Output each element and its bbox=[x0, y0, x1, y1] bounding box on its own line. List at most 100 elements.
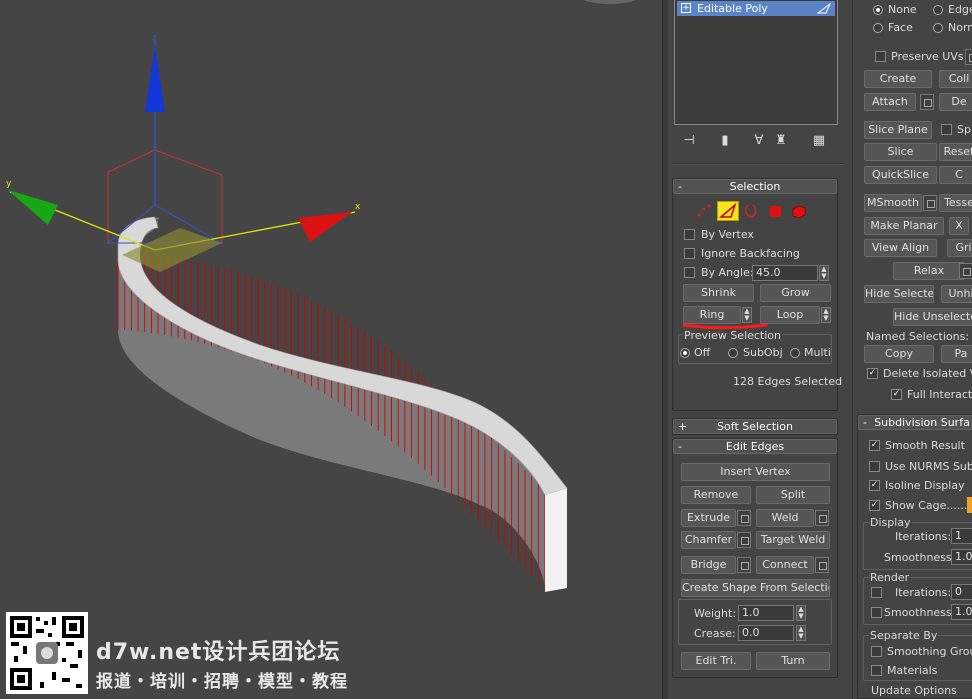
preserve-uvs-settings-icon[interactable] bbox=[965, 49, 972, 65]
y-axis-arrow[interactable] bbox=[8, 190, 58, 225]
relax-button[interactable]: Relax bbox=[893, 262, 965, 280]
normal-radio[interactable] bbox=[933, 23, 943, 33]
remove-button[interactable]: Remove bbox=[681, 486, 751, 504]
crease-spinner[interactable]: 0.0 bbox=[738, 625, 794, 641]
grid-align-button[interactable]: Grid bbox=[947, 239, 972, 257]
show-end-result-icon[interactable]: ▮ bbox=[716, 132, 734, 150]
none-radio[interactable] bbox=[873, 5, 883, 15]
weld-settings-icon[interactable] bbox=[815, 510, 829, 526]
bridge-button[interactable]: Bridge bbox=[681, 556, 736, 574]
polygon-level-icon[interactable] bbox=[767, 203, 785, 219]
move-gizmo[interactable]: z y x bbox=[6, 33, 361, 272]
cage-color-swatch[interactable] bbox=[967, 497, 972, 513]
msmooth-button[interactable]: MSmooth bbox=[864, 194, 922, 212]
create-shape-button[interactable]: Create Shape From Selection bbox=[681, 579, 830, 597]
tessellate-button[interactable]: Tesse bbox=[939, 194, 972, 212]
attach-button[interactable]: Attach bbox=[864, 93, 916, 111]
preview-multi-radio[interactable] bbox=[790, 348, 800, 358]
vertex-level-icon[interactable] bbox=[695, 203, 713, 219]
connect-settings-icon[interactable] bbox=[815, 557, 829, 573]
make-unique-icon[interactable]: ∀ bbox=[750, 132, 768, 150]
target-weld-button[interactable]: Target Weld bbox=[756, 531, 830, 549]
element-level-icon[interactable] bbox=[790, 203, 808, 219]
attach-settings-icon[interactable] bbox=[920, 94, 934, 110]
edit-tri-button[interactable]: Edit Tri. bbox=[681, 652, 751, 670]
render-smoothness-checkbox[interactable] bbox=[871, 607, 882, 618]
full-interactivity-checkbox[interactable]: ✓ bbox=[891, 389, 902, 400]
msmooth-settings-icon[interactable] bbox=[923, 195, 937, 211]
unhide-all-button[interactable]: Unhi bbox=[941, 285, 972, 303]
grow-button[interactable]: Grow bbox=[760, 284, 831, 302]
reset-plane-button[interactable]: Reset bbox=[939, 143, 972, 161]
viewport-perspective[interactable]: z y x d7w.net设计兵团论坛 报道・培训・招聘・模型・教程 bbox=[0, 0, 662, 699]
bridge-settings-icon[interactable] bbox=[737, 557, 751, 573]
preview-off-radio[interactable] bbox=[680, 348, 690, 358]
collapse-button[interactable]: Coll bbox=[939, 70, 972, 88]
display-smoothness-spinner[interactable]: 1.0 bbox=[951, 549, 972, 565]
shrink-button[interactable]: Shrink bbox=[683, 284, 754, 302]
viewcube-edge[interactable] bbox=[580, 0, 640, 4]
connect-button[interactable]: Connect bbox=[756, 556, 814, 574]
by-angle-spinner[interactable]: 45.0 bbox=[752, 265, 818, 281]
loop-button[interactable]: Loop bbox=[760, 306, 820, 324]
render-iterations-spinner[interactable]: 0 bbox=[951, 584, 972, 600]
weight-spinner[interactable]: 1.0 bbox=[738, 605, 794, 621]
show-cage-checkbox[interactable]: ✓ bbox=[869, 500, 880, 511]
edge-radio[interactable] bbox=[933, 5, 943, 15]
by-vertex-checkbox[interactable] bbox=[684, 229, 695, 240]
planar-x-button[interactable]: X bbox=[949, 217, 969, 235]
split-button[interactable]: Split bbox=[756, 486, 830, 504]
spinner-arrows-icon[interactable]: ▲ ▼ bbox=[819, 265, 829, 281]
materials-checkbox[interactable] bbox=[871, 665, 882, 676]
preview-subobj-radio[interactable] bbox=[728, 348, 738, 358]
use-nurms-checkbox[interactable] bbox=[869, 461, 880, 472]
edge-level-button[interactable] bbox=[717, 201, 739, 221]
detach-button[interactable]: De bbox=[939, 93, 972, 111]
relax-settings-icon[interactable] bbox=[959, 263, 972, 279]
edit-edges-header[interactable]: - Edit Edges bbox=[673, 439, 837, 454]
preserve-uvs-checkbox[interactable] bbox=[875, 51, 886, 62]
weight-spinner-arrows-icon[interactable]: ▲ ▼ bbox=[796, 605, 806, 621]
soft-selection-header[interactable]: + Soft Selection bbox=[673, 419, 837, 434]
crease-spinner-arrows-icon[interactable]: ▲ ▼ bbox=[796, 625, 806, 641]
remove-modifier-icon[interactable]: ♜ bbox=[772, 132, 790, 150]
paste-selection-button[interactable]: Pa bbox=[941, 345, 972, 363]
border-level-icon[interactable] bbox=[742, 203, 760, 219]
view-align-button[interactable]: View Align bbox=[864, 239, 937, 257]
subdivision-header[interactable]: - Subdivision Surfa bbox=[858, 415, 972, 430]
by-angle-checkbox[interactable] bbox=[684, 267, 695, 278]
z-axis-arrow[interactable] bbox=[145, 45, 165, 112]
render-smoothness-spinner[interactable]: 1.0 bbox=[951, 604, 972, 620]
extrude-button[interactable]: Extrude bbox=[681, 509, 736, 527]
ignore-backfacing-checkbox[interactable] bbox=[684, 248, 695, 259]
smoothing-groups-checkbox[interactable] bbox=[871, 646, 882, 657]
modifier-stack-list[interactable]: + Editable Poly bbox=[674, 0, 838, 125]
loop-spinner-icon[interactable]: ▲ ▼ bbox=[821, 307, 831, 323]
delete-isolated-checkbox[interactable]: ✓ bbox=[867, 368, 878, 379]
display-iterations-spinner[interactable]: 1 bbox=[951, 528, 972, 544]
x-axis-arrow[interactable] bbox=[298, 212, 352, 242]
split-checkbox[interactable] bbox=[941, 124, 952, 135]
isoline-display-checkbox[interactable]: ✓ bbox=[869, 480, 880, 491]
extrude-settings-icon[interactable] bbox=[737, 510, 751, 526]
smooth-result-checkbox[interactable]: ✓ bbox=[869, 440, 880, 451]
turn-button[interactable]: Turn bbox=[756, 652, 830, 670]
pin-stack-icon[interactable]: ⊣ bbox=[680, 132, 698, 150]
quickslice-button[interactable]: QuickSlice bbox=[864, 166, 937, 184]
chamfer-button[interactable]: Chamfer bbox=[681, 531, 736, 549]
curved-wall-mesh[interactable] bbox=[117, 216, 568, 592]
chamfer-settings-icon[interactable] bbox=[737, 532, 751, 548]
hide-unselected-button[interactable]: Hide Unselected bbox=[893, 308, 972, 326]
create-button[interactable]: Create bbox=[864, 70, 932, 88]
slice-plane-button[interactable]: Slice Plane bbox=[864, 121, 932, 139]
cut-button[interactable]: C bbox=[939, 166, 972, 184]
slice-button[interactable]: Slice bbox=[864, 143, 937, 161]
copy-selection-button[interactable]: Copy bbox=[864, 345, 934, 363]
selection-rollout-header[interactable]: - Selection bbox=[673, 179, 837, 194]
face-radio[interactable] bbox=[873, 23, 883, 33]
weld-button[interactable]: Weld bbox=[756, 509, 814, 527]
stack-item-editable-poly[interactable]: + Editable Poly bbox=[677, 1, 835, 16]
configure-modifier-sets-icon[interactable]: ▦ bbox=[810, 132, 828, 150]
render-iterations-checkbox[interactable] bbox=[871, 587, 882, 598]
make-planar-button[interactable]: Make Planar bbox=[864, 217, 944, 235]
